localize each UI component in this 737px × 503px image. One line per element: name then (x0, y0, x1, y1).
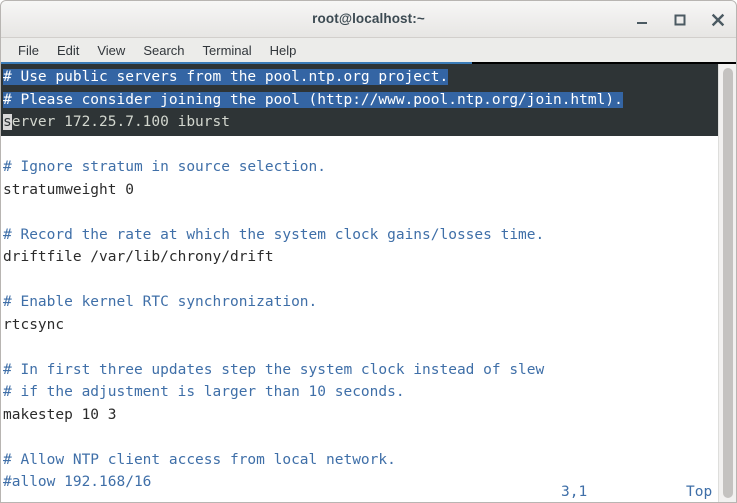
line-text: # Enable kernel RTC synchronization. (3, 294, 318, 310)
editor-line: # Record the rate at which the system cl… (3, 224, 718, 247)
vim-status-line: "/etc/chrony.conf" 43L, 1048C 3,1 Top (3, 481, 718, 503)
window-title: root@localhost:~ (312, 11, 425, 26)
editor-line: # Please consider joining the pool (http… (3, 89, 718, 112)
editor-lines: # Use public servers from the pool.ntp.o… (1, 64, 718, 502)
terminal-window: root@localhost:~ File Edit View Search T… (0, 0, 737, 503)
line-text: # Allow NTP client access from local net… (3, 451, 396, 468)
status-scroll-location: Top (686, 483, 713, 500)
line-text (3, 204, 12, 220)
menu-item-search[interactable]: Search (134, 41, 193, 60)
editor-line: makestep 10 3 (3, 404, 718, 427)
title-bar[interactable]: root@localhost:~ (1, 1, 736, 38)
close-button[interactable] (708, 10, 728, 30)
close-icon (711, 13, 725, 27)
editor-line: server 172.25.7.100 iburst (3, 111, 718, 134)
editor-line (3, 426, 718, 449)
menu-item-help[interactable]: Help (261, 41, 306, 60)
editor-line (3, 336, 718, 359)
maximize-icon (674, 14, 686, 26)
status-cursor-position: 3,1 (561, 483, 588, 500)
editor-line: driftfile /var/lib/chrony/drift (3, 246, 718, 269)
editor-line: # if the adjustment is larger than 10 se… (3, 381, 718, 404)
menu-item-view[interactable]: View (88, 41, 134, 60)
line-text: erver 172.25.7.100 iburst (11, 114, 230, 130)
editor-line (3, 201, 718, 224)
terminal-screen[interactable]: # Use public servers from the pool.ntp.o… (1, 64, 718, 503)
line-text: driftfile /var/lib/chrony/drift (3, 249, 274, 265)
line-text: stratumweight 0 (3, 181, 134, 198)
line-text (3, 429, 12, 445)
line-text: # Ignore stratum in source selection. (3, 159, 327, 175)
minimize-button[interactable] (632, 10, 652, 30)
line-text: makestep 10 3 (3, 406, 117, 423)
menu-bar: File Edit View Search Terminal Help (1, 38, 736, 64)
editor-line (3, 134, 718, 157)
line-text (3, 272, 12, 288)
selected-text: # Use public servers from the pool.ntp.o… (3, 69, 449, 85)
editor-line: # In first three updates step the system… (3, 359, 718, 382)
menu-item-file[interactable]: File (9, 41, 48, 60)
maximize-button[interactable] (670, 10, 690, 30)
line-text: # if the adjustment is larger than 10 se… (3, 384, 405, 400)
line-text: # In first three updates step the system… (3, 361, 545, 378)
editor-line (3, 269, 718, 292)
terminal-content-area: # Use public servers from the pool.ntp.o… (1, 64, 736, 503)
editor-line: # Ignore stratum in source selection. (3, 156, 718, 179)
editor-line: # Enable kernel RTC synchronization. (3, 291, 718, 314)
menu-item-terminal[interactable]: Terminal (194, 41, 261, 60)
line-text: rtcsync (3, 316, 65, 333)
line-text (3, 339, 12, 355)
editor-line: # Allow NTP client access from local net… (3, 449, 718, 472)
scrollbar-thumb[interactable] (723, 68, 733, 498)
editor-line: rtcsync (3, 314, 718, 337)
line-text: # Record the rate at which the system cl… (3, 226, 545, 243)
menu-item-edit[interactable]: Edit (48, 41, 88, 60)
selected-text: # Please consider joining the pool (http… (3, 91, 623, 108)
terminal-scrollbar[interactable] (718, 64, 736, 502)
text-cursor: s (3, 114, 12, 130)
line-text (3, 137, 12, 153)
editor-line: # Use public servers from the pool.ntp.o… (3, 66, 718, 89)
editor-line: stratumweight 0 (3, 179, 718, 202)
minimize-icon (637, 22, 647, 24)
